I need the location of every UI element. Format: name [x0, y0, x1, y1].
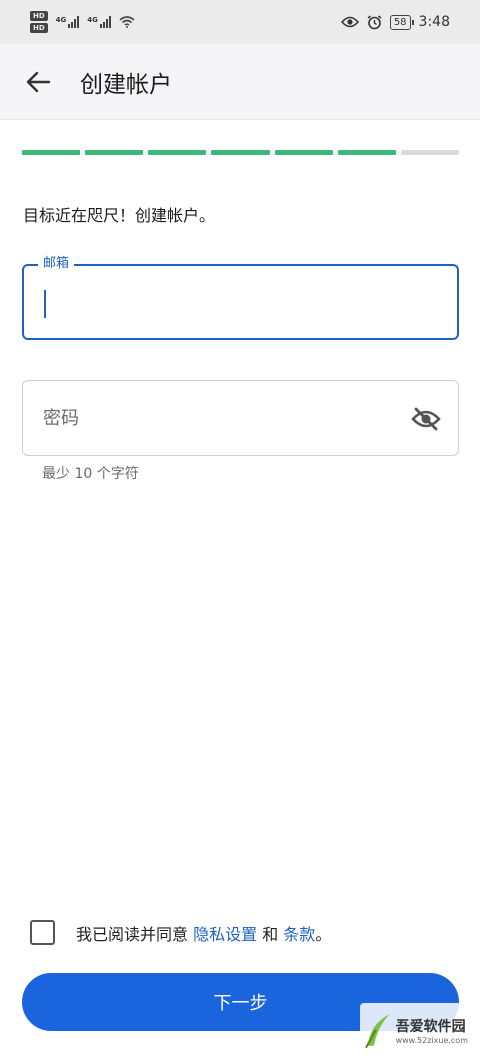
- watermark-url: www.52zixue.com: [395, 1035, 468, 1045]
- hd-badge: HD: [30, 11, 48, 21]
- text-cursor: [44, 290, 46, 318]
- headline: 目标近在咫尺！创建帐户。: [23, 206, 216, 225]
- email-field[interactable]: 邮箱: [22, 256, 459, 340]
- battery-icon: 58: [389, 14, 414, 30]
- agreement-suffix: 。: [315, 924, 332, 944]
- toggle-password-visibility-button[interactable]: [410, 403, 442, 435]
- wifi-icon: [119, 16, 135, 28]
- progress-step: [22, 150, 81, 155]
- progress-step: [85, 150, 144, 155]
- hd-badge: HD: [30, 23, 48, 33]
- progress-step: [274, 150, 333, 155]
- progress-step: [400, 150, 459, 155]
- watermark-text: 吾爱软件园 www.52zixue.com: [396, 1016, 468, 1045]
- agreement-row: 我已阅读并同意 隐私设置 和 条款。: [30, 920, 331, 945]
- terms-link[interactable]: 条款: [283, 925, 315, 944]
- progress-step: [337, 150, 396, 155]
- email-label: 邮箱: [38, 256, 75, 272]
- step-progress: [22, 150, 459, 155]
- status-left: HD HD 4G 4G: [30, 11, 135, 33]
- back-button[interactable]: [16, 60, 60, 104]
- status-time: 3:48: [418, 14, 450, 30]
- watermark-name: 吾爱软件园: [395, 1018, 466, 1035]
- agreement-text: 我已阅读并同意 隐私设置 和 条款。: [76, 921, 331, 945]
- arrow-left-icon: [26, 71, 51, 92]
- agreement-prefix: 我已阅读并同意: [76, 924, 194, 944]
- email-input[interactable]: [42, 288, 442, 318]
- hd-indicators: HD HD: [30, 11, 48, 33]
- eye-icon: [340, 16, 359, 28]
- watermark: 吾爱软件园 www.52zixue.com: [360, 1003, 472, 1057]
- agree-checkbox[interactable]: [30, 920, 55, 945]
- password-hint: 最少 10 个字符: [42, 466, 139, 482]
- password-field[interactable]: [22, 380, 459, 456]
- status-right: 58 3:48: [340, 14, 450, 30]
- agreement-and: 和: [257, 924, 284, 944]
- signal-icon: 4G: [56, 16, 80, 28]
- network-type-label: 4G: [55, 16, 67, 24]
- progress-step: [211, 150, 270, 155]
- alarm-icon: [367, 14, 382, 29]
- eye-off-icon: [411, 407, 441, 431]
- password-input[interactable]: [43, 403, 403, 433]
- page-title: 创建帐户: [80, 71, 172, 98]
- network-type-label: 4G: [87, 16, 98, 24]
- status-bar: HD HD 4G 4G 58 3:48: [0, 0, 480, 44]
- app-bar: 创建帐户: [0, 44, 480, 120]
- privacy-settings-link[interactable]: 隐私设置: [193, 925, 257, 944]
- watermark-logo-icon: [365, 1014, 390, 1049]
- progress-step: [148, 150, 207, 155]
- signal-icon: 4G: [87, 16, 111, 28]
